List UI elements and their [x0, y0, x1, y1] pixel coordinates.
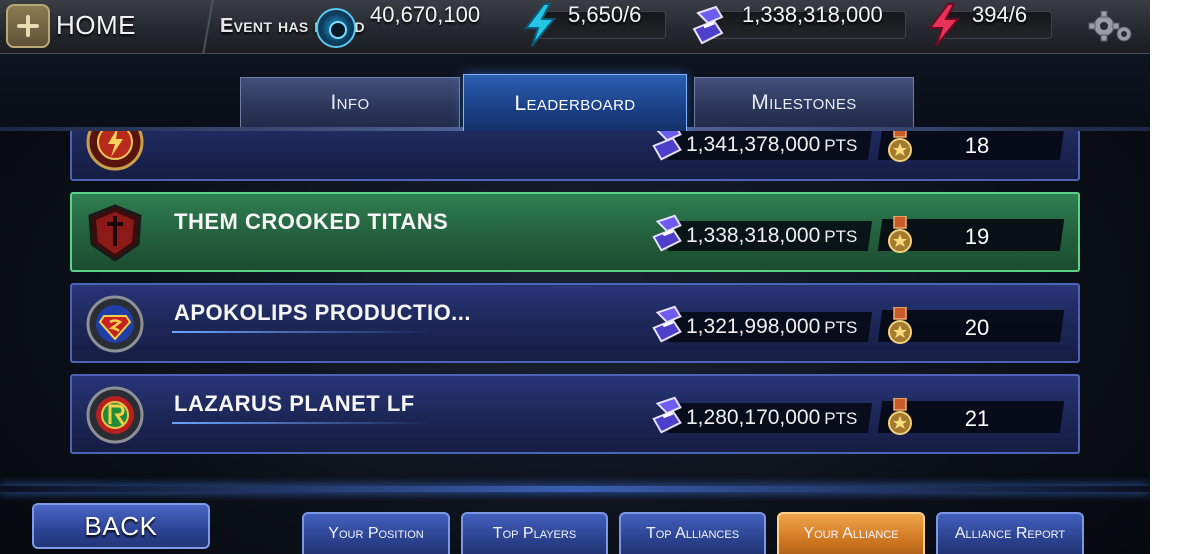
nav-top-players[interactable]: Top Players — [461, 512, 608, 554]
superman-emblem-icon — [86, 295, 144, 353]
name-underline — [172, 422, 432, 424]
medal-icon — [888, 216, 912, 253]
points-value: 1,321,998,000 — [686, 315, 821, 338]
points-value: 1,341,378,000 — [686, 133, 821, 156]
rank-value: 18 — [964, 133, 990, 158]
rank-value: 21 — [964, 406, 990, 431]
points-icon — [652, 305, 682, 343]
points-icon — [652, 396, 682, 434]
divider — [196, 0, 220, 54]
flash-emblem-icon — [86, 131, 144, 171]
points-value: 1,338,318,000 — [686, 224, 821, 247]
team-name: THEM CROOKED TITANS — [174, 209, 449, 234]
points-icon — [652, 214, 682, 252]
leaderboard-row-current-alliance[interactable]: THEM CROOKED TITANS 1,338,318,000 PTS 19 — [70, 192, 1080, 272]
points-value: 1,280,170,000 — [686, 406, 821, 429]
tab-info[interactable]: Info — [240, 77, 460, 127]
tab-milestones[interactable]: Milestones — [694, 77, 914, 127]
sword-emblem-icon — [88, 204, 142, 262]
medal-icon — [888, 131, 912, 162]
medal-icon — [888, 307, 912, 344]
points-text: 1,341,378,000 PTS — [686, 133, 857, 157]
home-label[interactable]: HOME — [56, 10, 136, 41]
leaderboard-row[interactable]: LAZARUS PLANET LF 1,280,170,000 PTS 21 — [70, 374, 1080, 454]
back-button[interactable]: BACK — [32, 503, 210, 549]
alliance-points-icon — [692, 5, 724, 45]
nav-your-position[interactable]: Your Position — [302, 512, 450, 554]
leaderboard-list[interactable]: 1,341,378,000PTS 18 THEM CROOKED TITANS — [0, 131, 1150, 485]
leaderboard-row[interactable]: APOKOLIPS PRODUCTIO... 1,321,998,000 PTS … — [70, 283, 1080, 363]
points-value: 1,338,318,000 — [742, 2, 883, 27]
points-unit: PTS — [824, 227, 858, 246]
bottom-glow-divider — [0, 486, 1150, 492]
team-name: LAZARUS PLANET LF — [174, 391, 415, 416]
points-text: 1,338,318,000 PTS — [686, 224, 857, 248]
points-text: 1,321,998,000 PTS — [686, 315, 857, 339]
stamina-bolt-icon — [928, 3, 961, 47]
robin-emblem-icon — [86, 386, 144, 444]
points-unit: PTS — [824, 409, 858, 428]
credits-value: 40,670,100 — [370, 2, 481, 27]
energy-value: 5,650/6 — [568, 2, 642, 27]
tab-leaderboard[interactable]: Leaderboard — [463, 74, 687, 134]
nav-your-alliance[interactable]: Your Alliance — [777, 512, 925, 554]
settings-gear-icon[interactable] — [1088, 10, 1134, 44]
top-bar: HOME Event has ended 40,670,100 5,650/6 … — [0, 0, 1150, 54]
points-unit: PTS — [824, 136, 858, 155]
rank-value: 19 — [964, 224, 990, 249]
credits-coin-icon — [316, 8, 356, 48]
stamina-value: 394/6 — [972, 2, 1028, 27]
energy-bolt-icon — [524, 3, 557, 47]
rank-value: 20 — [964, 315, 990, 340]
plus-icon — [17, 15, 39, 37]
points-icon — [652, 131, 682, 161]
game-screen: HOME Event has ended 40,670,100 5,650/6 … — [0, 0, 1150, 554]
leaderboard-row[interactable]: 1,341,378,000 PTS 18 — [70, 131, 1080, 181]
medal-icon — [888, 398, 912, 435]
points-unit: PTS — [824, 318, 858, 337]
nav-top-alliances[interactable]: Top Alliances — [619, 512, 766, 554]
points-text: 1,280,170,000 PTS — [686, 406, 857, 430]
name-underline — [172, 331, 432, 333]
team-name: APOKOLIPS PRODUCTIO... — [174, 300, 472, 325]
home-button[interactable] — [6, 4, 50, 48]
nav-alliance-report[interactable]: Alliance Report — [936, 512, 1084, 554]
screen-edge — [1150, 0, 1200, 554]
